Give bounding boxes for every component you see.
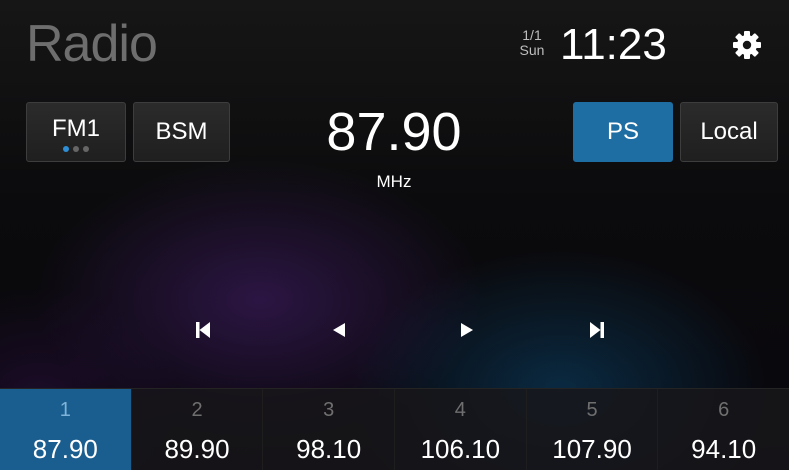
ps-label: PS: [606, 118, 639, 145]
radio-screen: Radio 1/1 Sun 11:23 FM1 BSM 87.90 MHz PS…: [0, 0, 789, 470]
preset-frequency: 106.10: [420, 434, 501, 464]
band-label: FM1: [52, 115, 100, 142]
page-dot-active: [63, 146, 69, 152]
band-button[interactable]: FM1: [26, 102, 126, 162]
preset-button-1[interactable]: 1 87.90: [0, 389, 132, 470]
date-display: 1/1 Sun: [513, 28, 551, 58]
skip-previous-icon[interactable]: [187, 315, 217, 345]
preset-frequency: 87.90: [32, 434, 98, 464]
local-label: Local: [700, 118, 758, 145]
bsm-button[interactable]: BSM: [133, 102, 230, 162]
skip-next-icon[interactable]: [583, 315, 613, 345]
local-button[interactable]: Local: [680, 102, 778, 162]
preset-number: 3: [323, 399, 335, 421]
seek-back-icon[interactable]: [324, 315, 354, 345]
preset-button-4[interactable]: 4 106.10: [395, 389, 527, 470]
day-label: Sun: [519, 42, 545, 58]
current-frequency: 87.90: [326, 102, 462, 162]
page-dot: [73, 146, 79, 152]
preset-number: 2: [191, 399, 203, 421]
gear-icon[interactable]: [732, 30, 762, 60]
preset-frequency: 94.10: [691, 434, 757, 464]
page-title: Radio: [26, 15, 158, 73]
preset-number: 1: [59, 399, 71, 421]
preset-button-6[interactable]: 6 94.10: [658, 389, 789, 470]
preset-number: 5: [586, 399, 598, 421]
seek-forward-icon[interactable]: [452, 315, 482, 345]
bsm-label: BSM: [155, 118, 208, 145]
preset-number: 4: [454, 399, 466, 421]
preset-frequency: 98.10: [296, 434, 362, 464]
preset-bar: 1 87.90 2 89.90 3 98.10 4 106.10 5 107.9…: [0, 388, 789, 470]
preset-button-5[interactable]: 5 107.90: [526, 389, 659, 470]
preset-button-3[interactable]: 3 98.10: [263, 389, 396, 470]
frequency-unit: MHz: [376, 172, 412, 191]
page-dot: [83, 146, 89, 152]
date-label: 1/1: [522, 27, 542, 43]
preset-button-2[interactable]: 2 89.90: [131, 389, 264, 470]
preset-number: 6: [718, 399, 730, 421]
ps-button[interactable]: PS: [573, 102, 673, 162]
clock: 11:23: [560, 20, 667, 69]
preset-frequency: 89.90: [164, 434, 230, 464]
band-page-indicator: [27, 146, 125, 152]
preset-frequency: 107.90: [552, 434, 632, 464]
